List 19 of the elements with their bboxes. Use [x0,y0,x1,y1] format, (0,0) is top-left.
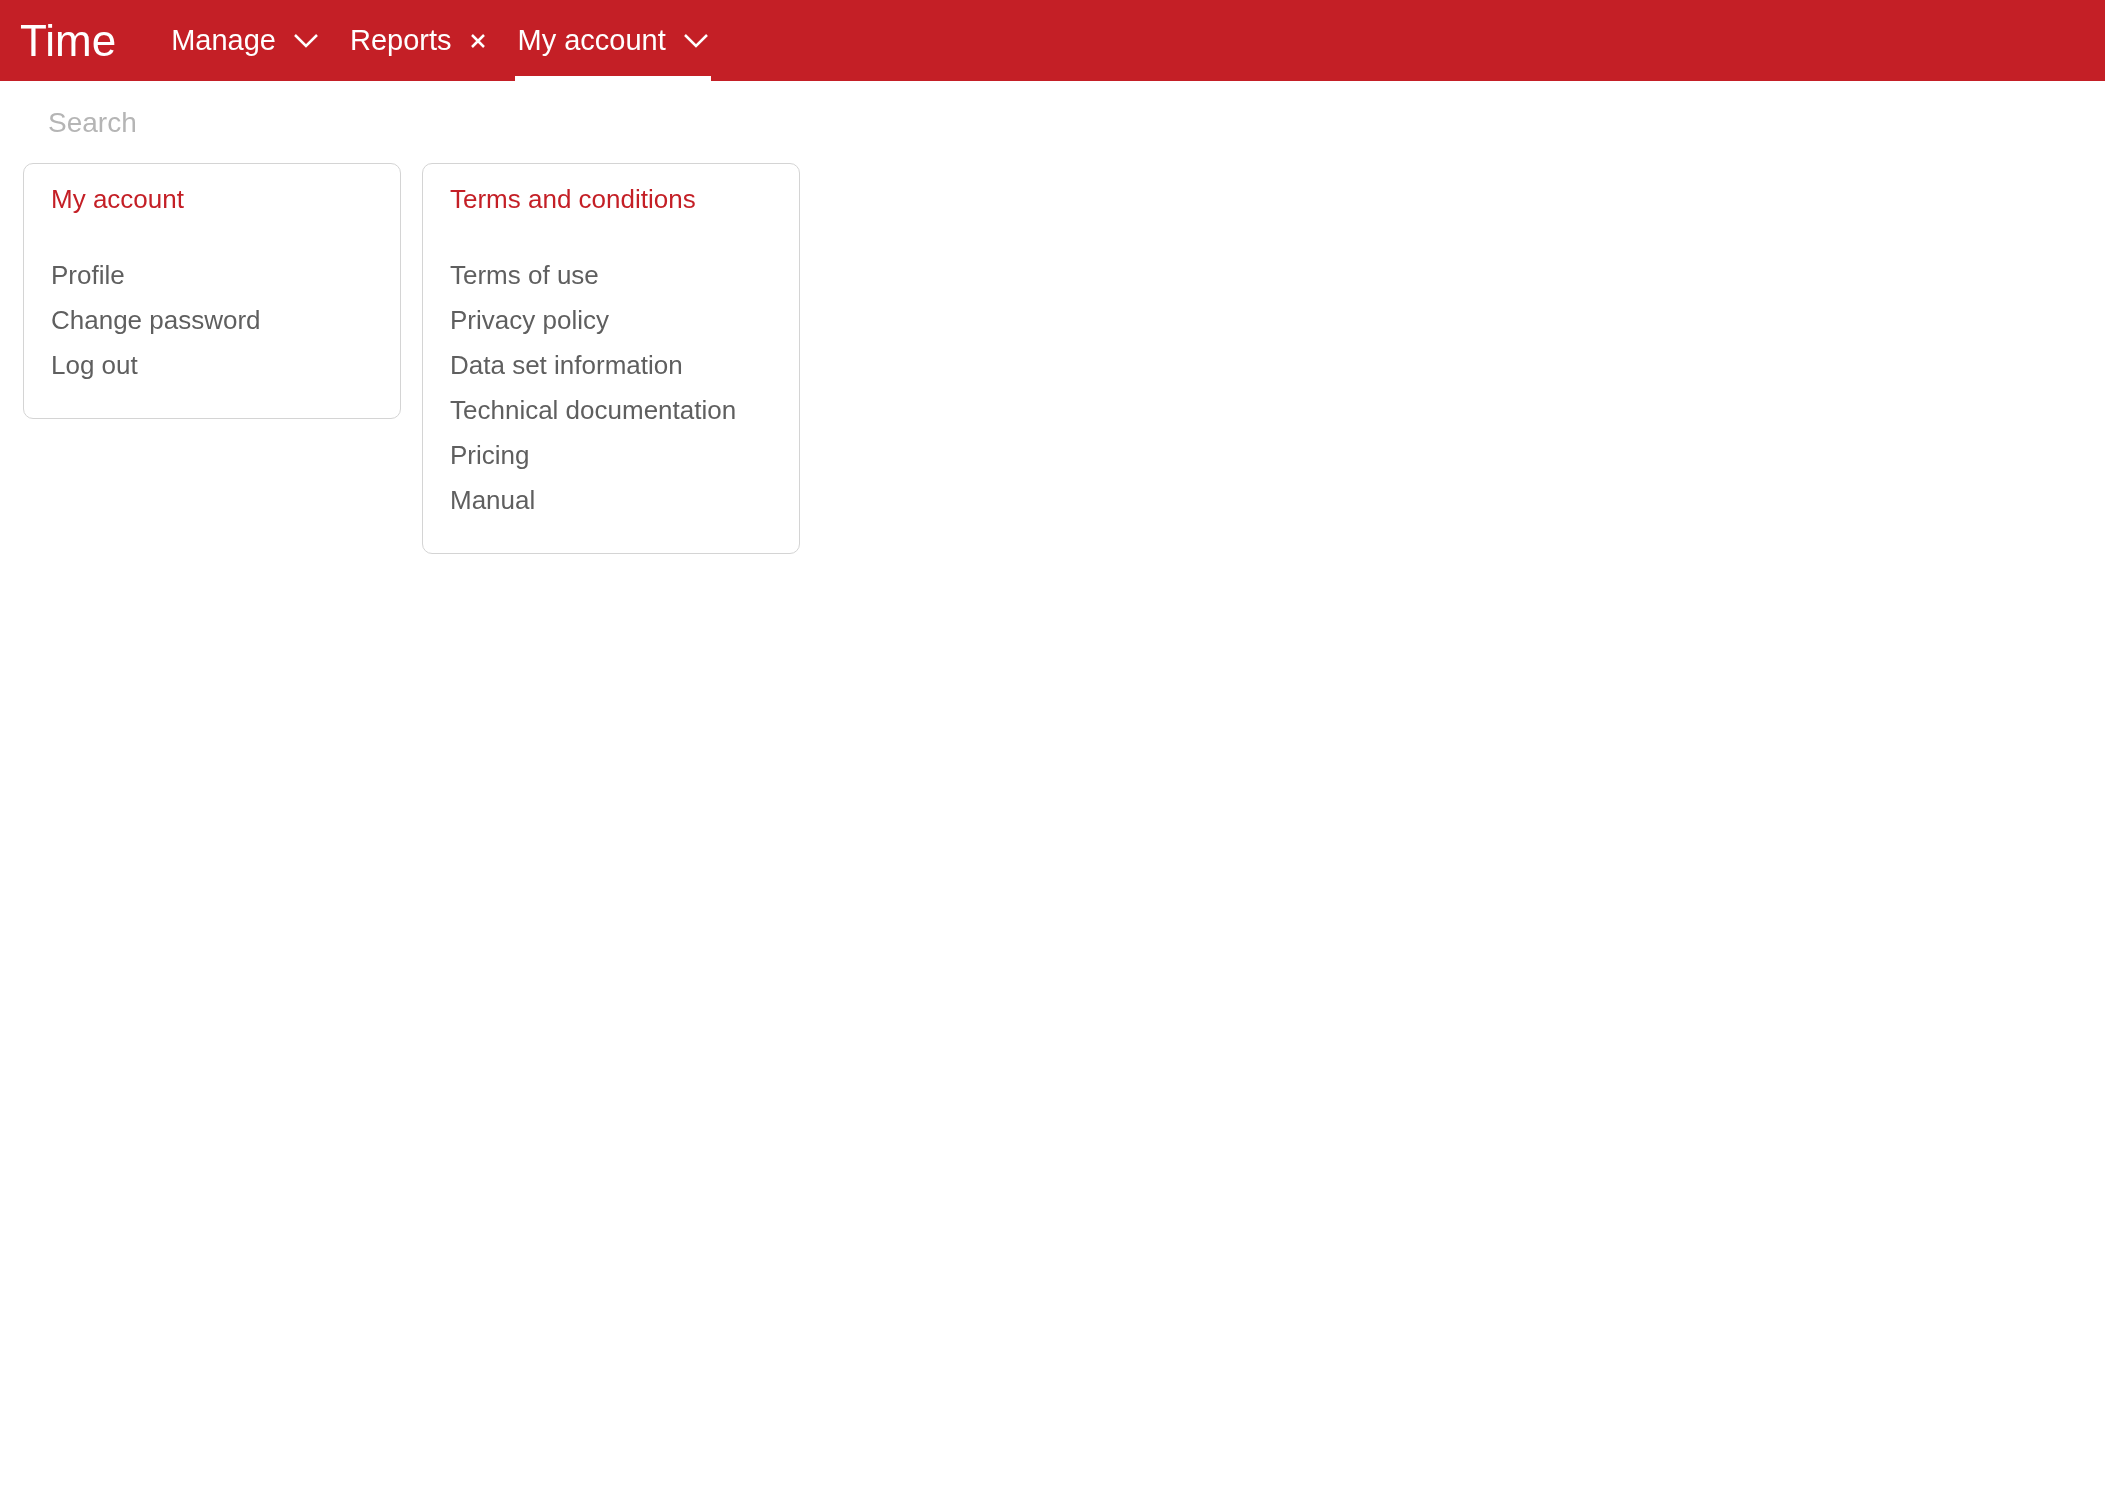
search-field[interactable]: Search [48,103,548,143]
menu-link[interactable]: Manual [450,478,536,523]
menu-link[interactable]: Change password [51,298,261,343]
menu-link[interactable]: Data set information [450,343,683,388]
menu-link[interactable]: Pricing [450,433,530,478]
menu-link[interactable]: Profile [51,253,125,298]
card-heading: Terms and conditions [450,183,696,216]
nav-tab[interactable]: My account [514,0,711,81]
chevron-down-icon [293,33,318,48]
close-icon [469,32,486,49]
menu-link[interactable]: Technical documentation [450,388,737,433]
menu-link[interactable]: Log out [51,343,138,388]
menu-link[interactable]: Terms of use [450,253,599,298]
nav-tab[interactable]: Manage [168,0,321,81]
card-heading: My account [51,183,184,216]
nav-tab[interactable]: Reports [346,0,489,81]
app-title: Time [20,18,117,63]
menu-link[interactable]: Privacy policy [450,298,609,343]
chevron-down-icon [683,33,708,48]
